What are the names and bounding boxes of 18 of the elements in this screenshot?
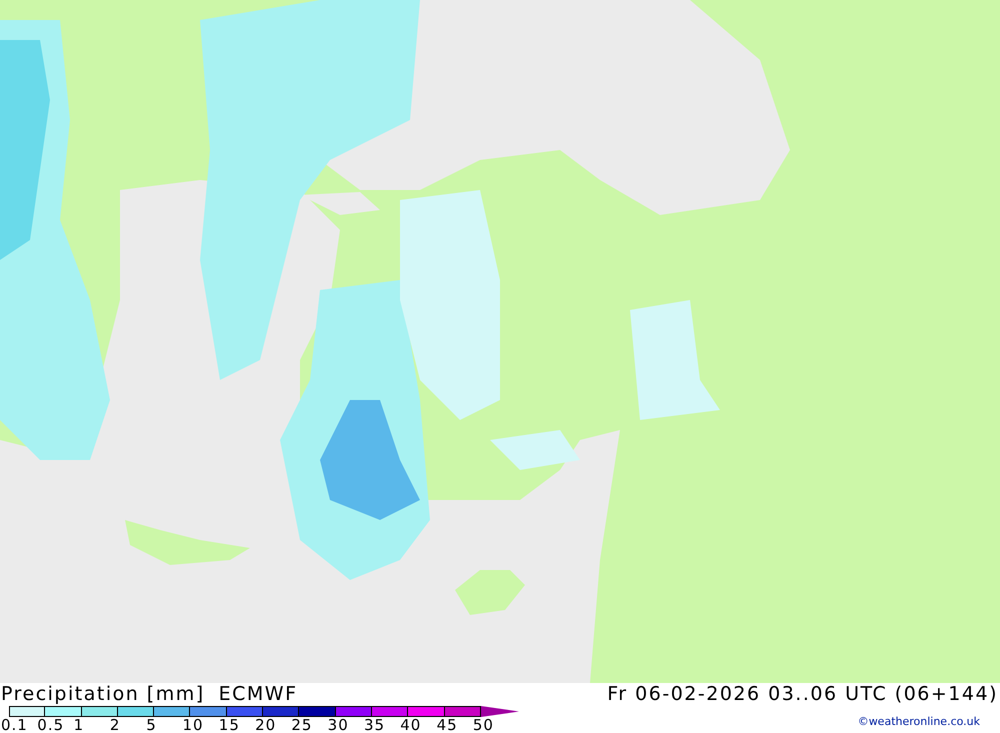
scale-label: 50 <box>472 716 494 733</box>
scale-label: 0.5 <box>37 716 64 733</box>
scale-label: 5 <box>146 716 157 733</box>
scale-label: 0.1 <box>1 716 28 733</box>
scale-label: 30 <box>328 716 349 733</box>
legend-title: Precipitation [mm] <box>1 683 205 705</box>
scale-label: 35 <box>364 716 386 733</box>
scale-label: 45 <box>436 716 458 733</box>
scale-label: 40 <box>400 716 422 733</box>
scale-label: 15 <box>218 716 240 733</box>
model-name: ECMWF <box>218 683 298 705</box>
credit-text: ©weatheronline.co.uk <box>858 715 980 728</box>
scale-label: 25 <box>291 716 312 733</box>
scale-label: 10 <box>182 716 204 733</box>
scale-label: 20 <box>255 716 276 733</box>
scale-label: 2 <box>110 716 120 733</box>
scale-label: 1 <box>74 716 84 733</box>
valid-time: Fr 06-02-2026 03..06 UTC (06+144) <box>607 683 998 705</box>
